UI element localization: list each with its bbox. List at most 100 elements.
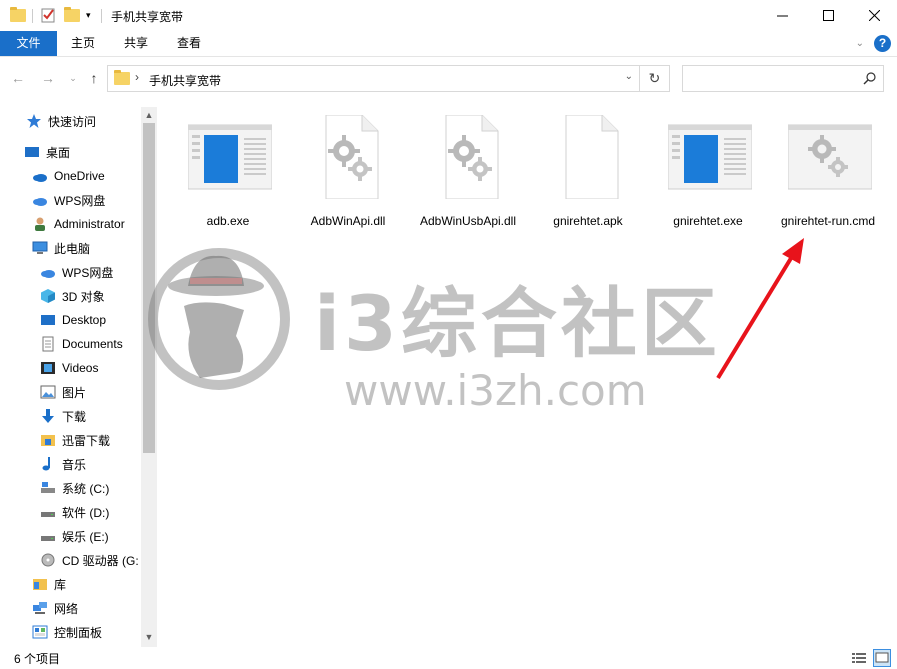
download-icon bbox=[42, 409, 54, 423]
file-name: gnirehtet.apk bbox=[553, 214, 623, 228]
blank-file-icon bbox=[565, 115, 619, 199]
drive-icon bbox=[41, 482, 55, 493]
desktop-icon bbox=[41, 315, 55, 325]
refresh-button[interactable]: ↻ bbox=[640, 65, 670, 92]
sidebar-item-desktop[interactable]: 桌面 bbox=[24, 141, 70, 163]
scroll-down-icon[interactable]: ▼ bbox=[141, 629, 157, 645]
tab-home[interactable]: 主页 bbox=[57, 31, 109, 56]
sidebar-item-3d-objects[interactable]: 3D 对象 bbox=[40, 285, 105, 307]
address-path: 手机共享宽带 bbox=[149, 74, 222, 88]
sidebar-scrollbar[interactable]: ▲ ▼ bbox=[141, 107, 157, 647]
sidebar-item-libraries[interactable]: 库 bbox=[32, 573, 66, 595]
folder-icon bbox=[10, 6, 26, 24]
search-input[interactable] bbox=[682, 65, 884, 92]
sidebar-item-music[interactable]: 音乐 bbox=[40, 453, 86, 475]
sidebar-item-wps-drive[interactable]: WPS网盘 bbox=[32, 189, 105, 211]
properties-icon[interactable] bbox=[41, 6, 55, 24]
desktop-icon bbox=[25, 147, 39, 157]
chevron-down-icon[interactable]: ▾ bbox=[86, 6, 91, 24]
file-name: AdbWinUsbApi.dll bbox=[419, 214, 517, 228]
file-item-adbwinusbapi-dll[interactable]: AdbWinUsbApi.dll bbox=[408, 115, 528, 245]
address-bar[interactable]: › 手机共享宽带 ⌄ bbox=[107, 65, 640, 92]
sidebar-item-drive-e[interactable]: 娱乐 (E:) bbox=[40, 525, 109, 547]
forward-button[interactable]: → bbox=[38, 67, 58, 89]
window-title: 手机共享宽带 bbox=[111, 10, 184, 24]
file-item-adbwinapi-dll[interactable]: AdbWinApi.dll bbox=[288, 115, 408, 245]
minimize-button[interactable] bbox=[759, 0, 805, 31]
cloud-icon bbox=[33, 174, 47, 182]
file-item-adb-exe[interactable]: adb.exe bbox=[168, 115, 288, 245]
sidebar-item-drive-c[interactable]: 系统 (C:) bbox=[40, 477, 109, 499]
item-count: 6 个项目 bbox=[14, 652, 61, 666]
user-icon bbox=[35, 217, 45, 231]
details-view-icon[interactable] bbox=[851, 650, 867, 666]
dll-gear-icon bbox=[325, 115, 379, 199]
file-item-gnirehtet-exe[interactable]: gnirehtet.exe bbox=[648, 115, 768, 245]
sidebar-item-quick-access[interactable]: 快速访问 bbox=[26, 110, 96, 132]
expand-ribbon-icon[interactable]: ⌄ bbox=[856, 38, 864, 49]
computer-icon bbox=[32, 241, 48, 254]
document-icon bbox=[42, 336, 54, 352]
scroll-up-icon[interactable]: ▲ bbox=[141, 107, 157, 123]
drive-icon bbox=[41, 512, 55, 517]
sidebar-item-documents[interactable]: Documents bbox=[40, 333, 123, 355]
exe-icon bbox=[668, 124, 752, 190]
ribbon: 文件 主页 共享 查看 ⌄ ? bbox=[0, 31, 897, 57]
navigation-pane: 快速访问 桌面 OneDrive WPS网盘 Administrator 此电脑… bbox=[0, 107, 157, 647]
video-icon bbox=[41, 362, 55, 374]
back-button[interactable]: ← bbox=[8, 67, 28, 89]
sidebar-item-onedrive[interactable]: OneDrive bbox=[32, 165, 105, 187]
file-name: gnirehtet-run.cmd bbox=[780, 214, 876, 228]
tab-share[interactable]: 共享 bbox=[110, 31, 162, 56]
sidebar-item-videos[interactable]: Videos bbox=[40, 357, 98, 379]
address-dropdown-icon[interactable]: ⌄ bbox=[625, 71, 633, 82]
divider bbox=[101, 9, 102, 23]
music-icon bbox=[42, 457, 50, 471]
scrollbar-thumb[interactable] bbox=[143, 123, 155, 453]
exe-icon bbox=[188, 124, 272, 190]
cloud-icon bbox=[41, 270, 55, 278]
large-icons-view-icon[interactable] bbox=[873, 649, 891, 667]
sidebar-item-control-panel[interactable]: 控制面板 bbox=[32, 621, 102, 643]
tab-file[interactable]: 文件 bbox=[0, 31, 57, 56]
file-item-gnirehtet-apk[interactable]: gnirehtet.apk bbox=[528, 115, 648, 245]
recent-locations-chevron-icon[interactable]: ⌄ bbox=[63, 67, 83, 89]
close-button[interactable] bbox=[851, 0, 897, 31]
status-bar: 6 个项目 bbox=[0, 647, 897, 669]
sidebar-item-network[interactable]: 网络 bbox=[32, 597, 78, 619]
cd-drive-icon bbox=[41, 553, 55, 567]
star-icon bbox=[27, 114, 41, 128]
file-name: adb.exe bbox=[206, 214, 250, 228]
sidebar-item-downloads[interactable]: 下载 bbox=[40, 405, 86, 427]
sidebar-item-pictures[interactable]: 图片 bbox=[40, 381, 86, 403]
sidebar-item-this-pc[interactable]: 此电脑 bbox=[32, 237, 90, 259]
sidebar-item-desktop-folder[interactable]: Desktop bbox=[40, 309, 106, 331]
network-icon bbox=[33, 602, 47, 614]
sidebar-item-drive-d[interactable]: 软件 (D:) bbox=[40, 501, 109, 523]
help-icon[interactable]: ? bbox=[874, 35, 891, 52]
control-panel-icon bbox=[32, 625, 48, 639]
cmd-gear-icon bbox=[788, 124, 872, 190]
folder-icon bbox=[114, 70, 130, 85]
folder-icon bbox=[41, 435, 55, 446]
library-icon bbox=[33, 579, 47, 590]
navigation-bar: ← → ⌄ ↑ › 手机共享宽带 ⌄ ↻ bbox=[0, 57, 897, 99]
tab-view[interactable]: 查看 bbox=[163, 31, 215, 56]
dll-gear-icon bbox=[445, 115, 499, 199]
sidebar-item-xunlei-downloads[interactable]: 迅雷下载 bbox=[40, 429, 110, 451]
cube-icon bbox=[41, 289, 55, 303]
file-name: gnirehtet.exe bbox=[673, 214, 743, 228]
maximize-button[interactable] bbox=[805, 0, 851, 31]
up-button[interactable]: ↑ bbox=[84, 67, 104, 89]
new-folder-icon[interactable] bbox=[64, 6, 80, 24]
sidebar-item-administrator[interactable]: Administrator bbox=[32, 213, 125, 235]
chevron-right-icon[interactable]: › bbox=[135, 70, 139, 84]
search-icon bbox=[863, 72, 876, 85]
divider bbox=[32, 9, 33, 23]
file-item-gnirehtet-run-cmd[interactable]: gnirehtet-run.cmd bbox=[768, 115, 888, 245]
cloud-icon bbox=[33, 198, 47, 206]
drive-icon bbox=[41, 536, 55, 541]
red-arrow-annotation bbox=[716, 238, 804, 380]
sidebar-item-wps-drive-2[interactable]: WPS网盘 bbox=[40, 261, 113, 283]
sidebar-item-cd-drive[interactable]: CD 驱动器 (G: bbox=[40, 549, 139, 571]
